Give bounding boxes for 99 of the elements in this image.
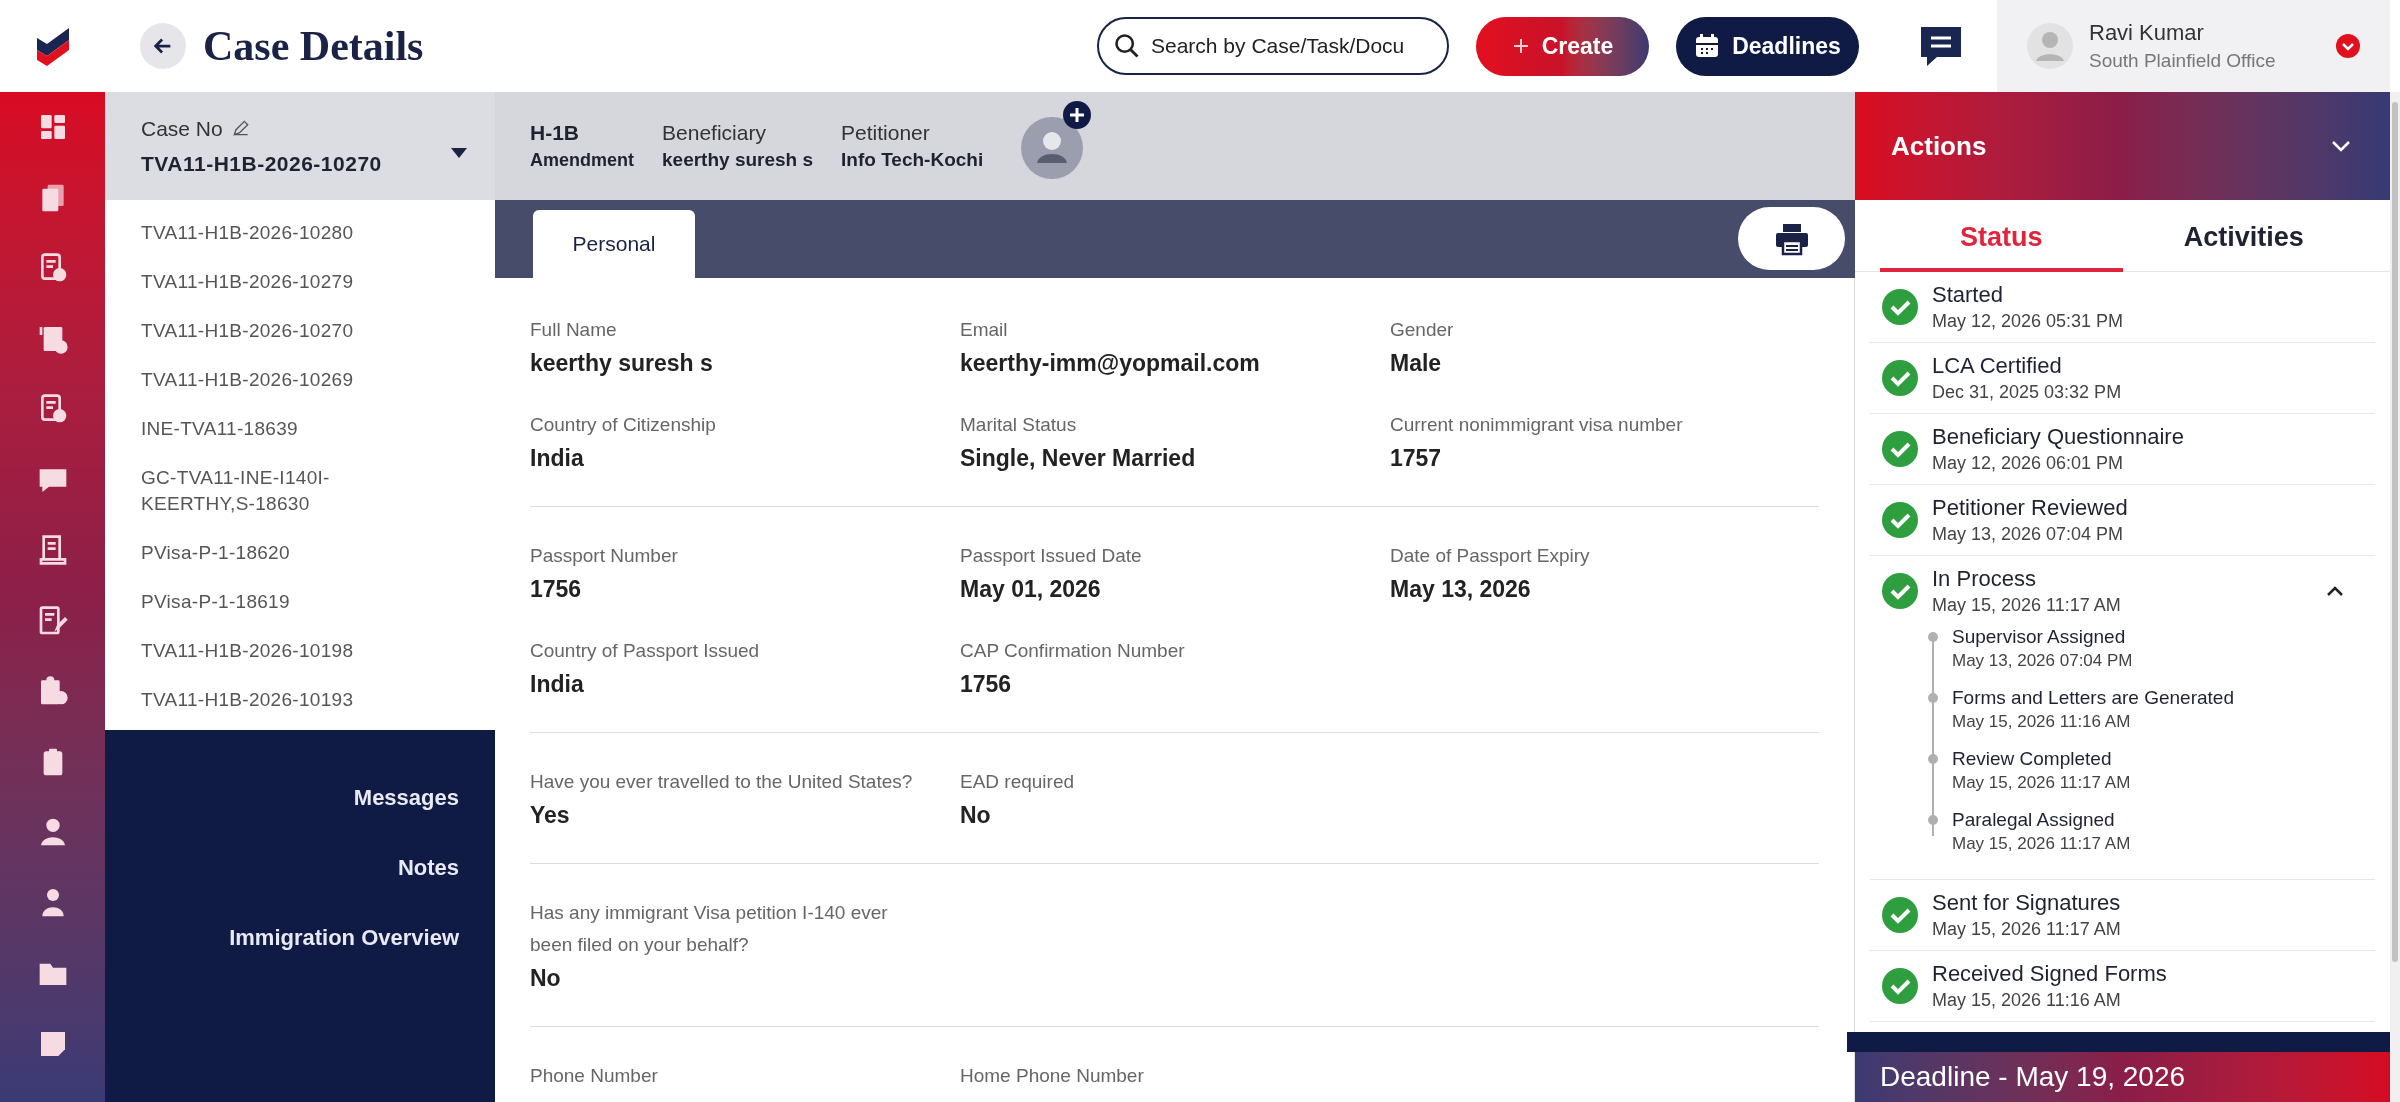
field-value: keerthy suresh s <box>662 148 814 172</box>
field-value: No <box>960 801 992 830</box>
field-label: Current nonimmigrant visa number <box>1390 413 1684 437</box>
substep-title: Supervisor Assigned <box>1952 625 2127 649</box>
step-title: Started <box>1932 281 2004 309</box>
substep-title: Forms and Letters are Generated <box>1952 686 2235 710</box>
chevron-down-icon[interactable] <box>2330 139 2352 153</box>
field-label: Marital Status <box>960 413 1078 437</box>
field-value: Yes <box>530 801 571 830</box>
field-label: Full Name <box>530 318 618 342</box>
field-label: Country of Passport Issued <box>530 639 761 663</box>
field-value: 1757 <box>1390 444 1443 473</box>
step-time: May 12, 2026 06:01 PM <box>1932 452 2125 475</box>
dropdown-item[interactable]: GC-TVA11-INE-I140I-KEERTHY,S-18630 <box>141 465 411 517</box>
caret-icon[interactable] <box>451 148 467 158</box>
field-value: 1756 <box>530 575 583 604</box>
field-label: Beneficiary <box>662 120 767 146</box>
step-title: In Process <box>1932 565 2037 593</box>
field-value: May 01, 2026 <box>960 575 1102 604</box>
dropdown-item[interactable]: TVA11-H1B-2026-10280 <box>141 220 411 246</box>
field-label: Have you ever travelled to the United States? <box>530 770 914 794</box>
substep-time: May 13, 2026 07:04 PM <box>1952 650 2134 672</box>
field-label: Passport Number <box>530 544 679 568</box>
dropdown-item[interactable]: TVA11-H1B-2026-10198 <box>141 638 411 664</box>
field-value: 1756 <box>960 670 1013 699</box>
substep-time: May 15, 2026 11:17 AM <box>1952 772 2132 794</box>
field-label: CAP Confirmation Number <box>960 639 1186 663</box>
user-name: Ravi Kumar <box>2089 19 2205 47</box>
avatar-icon[interactable] <box>1021 117 1084 179</box>
dropdown-item[interactable]: PVisa-P-1-18619 <box>141 589 411 615</box>
step-time: May 15, 2026 11:16 AM <box>1932 989 2122 1012</box>
case-number[interactable]: TVA11-H1B-2026-10270 <box>141 148 451 180</box>
step-title: Sent for Signatures <box>1932 889 2122 917</box>
field-label: Passport Issued Date <box>960 544 1143 568</box>
field-value: Info Tech-Kochi <box>841 148 984 172</box>
actions-title: Actions <box>1891 129 1988 163</box>
substep-title: Review Completed <box>1952 747 2113 771</box>
step-time: Dec 31, 2025 03:32 PM <box>1932 381 2123 404</box>
actions-header[interactable]: Actions <box>1855 92 2390 200</box>
step-time: May 15, 2026 11:17 AM <box>1932 918 2122 941</box>
case-label: Case No <box>141 115 223 142</box>
search-field[interactable]: Search by Case/Task/Docu <box>1097 17 1449 75</box>
field-value: keerthy-imm@yopmail.com <box>960 349 1261 378</box>
deadline-banner: Deadline - May 19, 2026 <box>1855 1052 2390 1102</box>
field-label: Phone Number <box>530 1064 659 1088</box>
field-label: EAD required <box>960 770 1076 794</box>
step-time: May 15, 2026 11:17 AM <box>1932 594 2122 617</box>
field-value: No <box>530 964 562 993</box>
field-value: keerthy suresh s <box>530 349 714 378</box>
field-label: Email <box>960 318 1009 342</box>
chevron-up-icon[interactable] <box>2325 584 2345 598</box>
dropdown-item[interactable]: TVA11-H1B-2026-10269 <box>141 367 411 393</box>
field-label: Date of Passport Expiry <box>1390 544 1591 568</box>
field-label: Gender <box>1390 318 1455 342</box>
nav-item[interactable]: Immigration Overview <box>229 924 459 952</box>
step-title: Beneficiary Questionnaire <box>1932 423 2185 451</box>
case-subtype: Amendment <box>530 149 634 172</box>
field-value: May 13, 2026 <box>1390 575 1532 604</box>
add-icon[interactable] <box>1063 101 1092 129</box>
field-label: Petitioner <box>841 120 931 146</box>
user-panel[interactable]: Ravi Kumar South Plainfield Office <box>1997 0 2390 92</box>
field-label: Home Phone Number <box>960 1064 1145 1088</box>
page-title: Case Details <box>203 25 424 67</box>
plus-icon <box>1511 37 1530 55</box>
status-tab[interactable]: Status <box>1880 200 2123 272</box>
personal-tab[interactable]: Personal <box>533 210 695 278</box>
case-type: H-1B <box>530 120 580 146</box>
step-title: Received Signed Forms <box>1932 960 2168 988</box>
dropdown-item[interactable]: TVA11-H1B-2026-10270 <box>141 318 411 344</box>
field-value: India <box>530 670 585 699</box>
dropdown-item[interactable]: TVA11-H1B-2026-10193 <box>141 687 411 713</box>
field-value: Single, Never Married <box>960 444 1197 473</box>
deadlines-button[interactable]: Deadlines <box>1676 16 1859 76</box>
user-office: South Plainfield Office <box>2089 49 2277 73</box>
chevron-down-icon[interactable] <box>2336 34 2360 58</box>
field-value: Male <box>1390 349 1443 378</box>
search-icon <box>1113 32 1141 60</box>
step-time: May 13, 2026 07:04 PM <box>1932 523 2125 546</box>
field-label: Has any immigrant Visa petition I-140 ever been filed on your behalf? <box>530 901 889 957</box>
field-value: India <box>530 444 585 473</box>
avatar-icon <box>2027 23 2073 69</box>
status-tab[interactable]: Activities <box>2122 200 2365 272</box>
substep-title: Paralegal Assigned <box>1952 808 2116 832</box>
field-label: Country of Citizenship <box>530 413 717 437</box>
back-button[interactable] <box>140 23 186 69</box>
dropdown-item[interactable]: PVisa-P-1-18620 <box>141 540 411 566</box>
calendar-icon <box>1694 33 1721 59</box>
nav-item[interactable]: Notes <box>397 854 459 882</box>
nav-item[interactable]: Messages <box>353 784 459 812</box>
printer-icon <box>1773 221 1810 256</box>
create-button[interactable]: Create <box>1476 16 1649 76</box>
edit-icon[interactable] <box>230 118 251 139</box>
step-title: Petitioner Reviewed <box>1932 494 2129 522</box>
step-title: LCA Certified <box>1932 352 2063 380</box>
step-time: May 12, 2026 05:31 PM <box>1932 310 2125 333</box>
substep-time: May 15, 2026 11:16 AM <box>1952 711 2132 733</box>
dropdown-item[interactable]: INE-TVA11-18639 <box>141 416 411 442</box>
dropdown-item[interactable]: TVA11-H1B-2026-10279 <box>141 269 411 295</box>
substep-time: May 15, 2026 11:17 AM <box>1952 833 2132 855</box>
